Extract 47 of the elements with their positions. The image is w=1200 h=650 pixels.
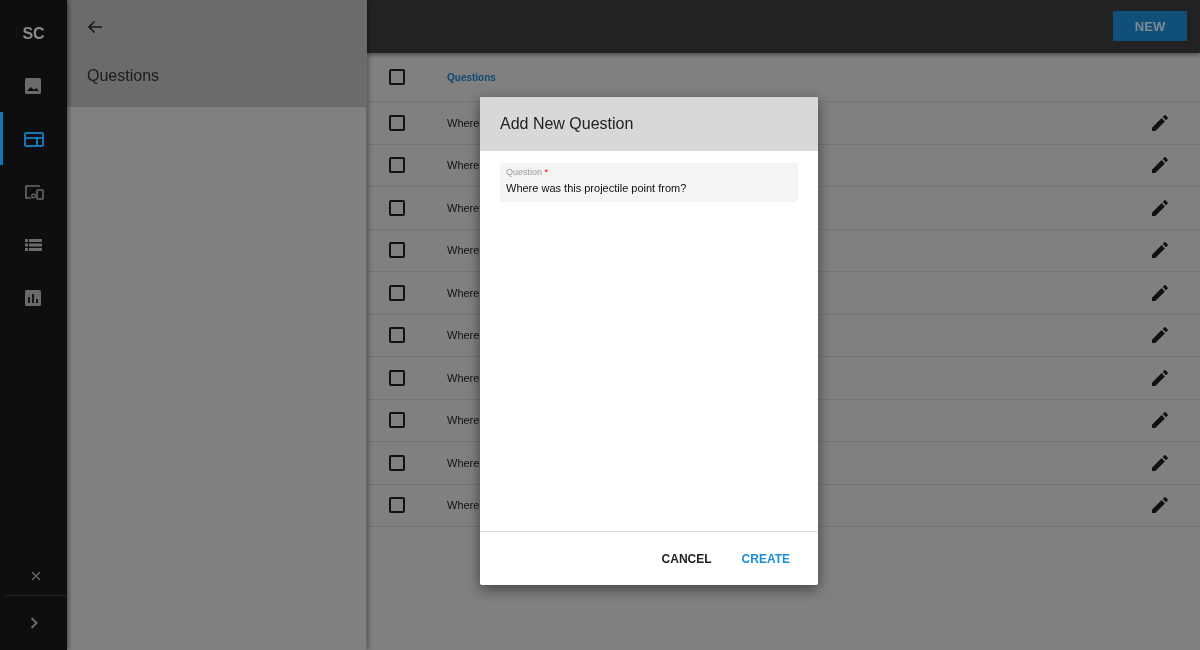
checkbox[interactable] — [389, 199, 405, 216]
checkbox[interactable] — [389, 369, 405, 386]
checkbox[interactable] — [389, 114, 405, 131]
app-logo[interactable]: SC — [22, 25, 45, 43]
table-cell: Where — [447, 159, 480, 172]
devices-icon — [23, 182, 44, 201]
edit-pencil-icon[interactable] — [1152, 242, 1168, 259]
checkbox[interactable] — [389, 157, 405, 174]
table-cell: Where — [447, 244, 480, 257]
table-cell: Where — [447, 329, 480, 342]
checkbox[interactable] — [389, 69, 405, 85]
checkbox[interactable] — [389, 412, 405, 429]
edit-pencil-icon[interactable] — [1152, 412, 1168, 429]
back-arrow-icon[interactable] — [87, 20, 103, 34]
table-cell: Where — [447, 116, 480, 129]
checkbox[interactable] — [389, 327, 405, 344]
edit-pencil-icon[interactable] — [1152, 114, 1168, 131]
table-cell: Where — [447, 286, 480, 299]
field-value: Where was this projectile point from? — [506, 181, 687, 194]
table-cell: Where — [447, 499, 480, 512]
edit-pencil-icon[interactable] — [1152, 284, 1168, 301]
chevron-right-icon[interactable] — [29, 617, 38, 629]
checkbox[interactable] — [389, 497, 405, 514]
table-cell: Where — [447, 456, 480, 469]
image-icon — [23, 76, 44, 95]
table-cell: Where — [447, 201, 480, 214]
close-icon[interactable] — [31, 571, 41, 581]
cancel-button[interactable]: CANCEL — [653, 545, 720, 572]
table-cell: Where — [447, 414, 480, 427]
field-label: Question — [506, 167, 543, 177]
panel-title: Questions — [87, 67, 161, 85]
required-mark: * — [544, 167, 549, 177]
dialog-title: Add New Question — [500, 115, 634, 133]
edit-pencil-icon[interactable] — [1152, 327, 1168, 344]
checkbox[interactable] — [389, 454, 405, 471]
table-cell: Where — [447, 371, 480, 384]
edit-pencil-icon[interactable] — [1152, 199, 1168, 216]
chart-icon — [23, 288, 44, 307]
checkbox[interactable] — [389, 242, 405, 259]
checkbox[interactable] — [389, 284, 405, 301]
question-field[interactable]: Question * Where was this projectile point from? — [500, 163, 798, 202]
layout-icon — [23, 129, 44, 148]
edit-pencil-icon[interactable] — [1152, 369, 1168, 386]
edit-pencil-icon[interactable] — [1152, 157, 1168, 174]
create-button[interactable]: CREATE — [733, 545, 798, 572]
edit-pencil-icon[interactable] — [1152, 497, 1168, 514]
edit-pencil-icon[interactable] — [1152, 454, 1168, 471]
